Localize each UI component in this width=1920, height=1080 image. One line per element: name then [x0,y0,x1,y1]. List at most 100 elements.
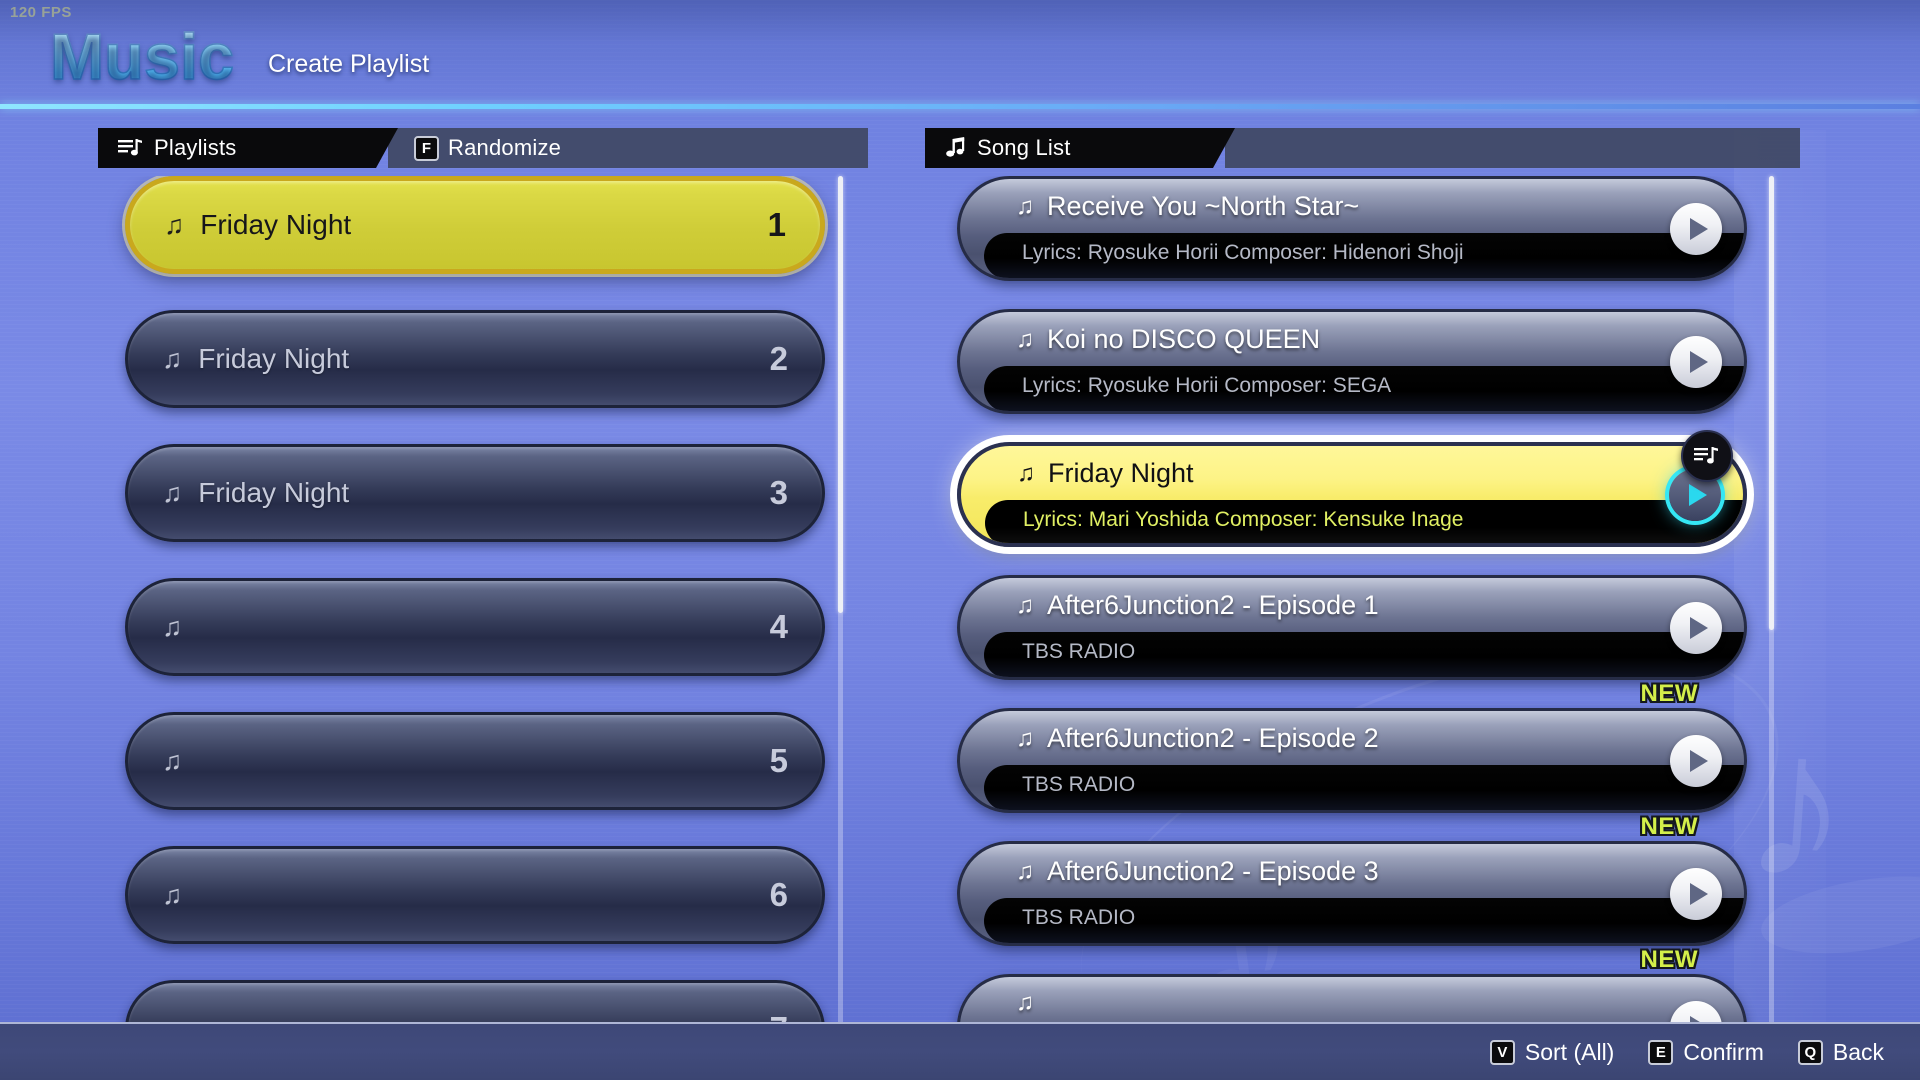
sort-label: Sort (All) [1524,1038,1615,1065]
back-keycap: Q [1797,1039,1823,1065]
song-row[interactable]: NEW ♫ After6Junction2 - Episode 3 TBS RA… [957,813,1747,946]
footer-hint-bar: V Sort (All) E Confirm Q Back [0,1022,1920,1080]
playlist-number: 6 [769,876,788,913]
song-subtitle: Lyrics: Ryosuke Horii Composer: Hidenori… [1022,241,1464,264]
song-title-group: ♫ After6Junction2 - Episode 3 [1016,856,1379,887]
play-icon [1688,483,1707,506]
music-note-icon: ♫ [1017,459,1035,487]
song-title-group: ♫ Koi no DISCO QUEEN [1016,324,1320,355]
music-note-icon: ♫ [1016,989,1034,1016]
playlist-number: 5 [769,742,788,779]
music-note-icon: ♫ [1016,192,1034,220]
music-note-icon [945,137,967,159]
song-title: Friday Night [1048,458,1194,488]
song-list-panel-header: Song List [925,128,1800,168]
playlist-row[interactable]: ♫ 7 [125,980,825,1023]
new-badge: NEW [1640,680,1698,707]
playlist-row[interactable]: ♫ 6 [125,846,825,944]
song-row[interactable]: ♫ Friday Night Lyrics: Mari Yoshida Comp… [957,430,1747,547]
confirm-hint[interactable]: E Confirm [1648,1039,1764,1066]
song-title: After6Junction2 - Episode 3 [1047,856,1379,886]
playlists-panel-header: Playlists F Randomize [98,128,868,168]
play-button[interactable] [1670,734,1722,787]
song-title: Receive You ~North Star~ [1047,191,1360,221]
playlists-scrollbar-thumb[interactable] [838,176,843,613]
confirm-label: Confirm [1683,1038,1764,1065]
new-badge: NEW [1640,813,1698,840]
randomize-button[interactable]: F Randomize [388,128,868,168]
play-button[interactable] [1670,202,1722,255]
music-note-icon: ♫ [1016,857,1034,885]
song-list-scrollbar[interactable] [1769,176,1774,1032]
play-button[interactable] [1670,867,1722,920]
song-title-group: ♫ Friday Night [1017,458,1194,489]
page-subtitle: Create Playlist [268,50,430,78]
music-note-icon: ♫ [162,343,183,374]
playlists-scrollbar[interactable] [838,176,843,1032]
song-subtitle: Lyrics: Mari Yoshida Composer: Kensuke I… [1023,508,1464,531]
song-row[interactable]: ♫ Koi no DISCO QUEEN Lyrics: Ryosuke Hor… [957,309,1747,414]
play-button[interactable] [1670,601,1722,654]
playlist-row[interactable]: ♫ Friday Night 3 [125,444,825,542]
playlists-header-label: Playlists [154,135,237,160]
sort-hint[interactable]: V Sort (All) [1489,1038,1615,1066]
music-note-icon: ♫ [162,611,183,642]
song-subtitle: Lyrics: Ryosuke Horii Composer: SEGA [1022,374,1392,397]
song-subtitle: TBS RADIO [1022,640,1136,663]
song-title-group: ♫ [1016,989,1047,1017]
song-list-scrollbar-thumb[interactable] [1769,176,1774,630]
song-title-group: ♫ Receive You ~North Star~ [1016,191,1359,222]
playlist-row[interactable]: ♫ Friday Night 2 [125,310,825,408]
page-title: Music [49,19,235,94]
song-list-header-label: Song List [977,135,1071,160]
song-row[interactable]: NEW ♫ After6Junction2 - Episode 2 TBS RA… [957,680,1747,813]
playlists-list: ♫ Friday Night 1 ♫ Friday Night 2 ♫ Frid… [98,176,868,1023]
playlist-row[interactable]: ♫ Friday Night 1 [125,176,825,274]
play-icon [1689,217,1708,240]
back-label: Back [1832,1038,1884,1065]
song-list-panel: Song List ♫ Receive You ~North Star~ Lyr… [925,128,1800,1023]
song-title: Koi no DISCO QUEEN [1047,324,1321,354]
music-note-icon: ♫ [162,745,183,776]
play-button[interactable] [1670,335,1722,388]
play-icon [1689,616,1708,639]
playlist-number: 1 [767,206,786,243]
song-row[interactable]: ♫ After6Junction2 - Episode 1 TBS RADIO [957,575,1747,680]
song-title-group: ♫ After6Junction2 - Episode 2 [1016,723,1379,754]
playlist-name: Friday Night [200,209,352,240]
music-note-icon: ♫ [1016,724,1034,752]
playlist-number: 3 [769,474,788,511]
play-icon [1689,350,1708,373]
new-badge: NEW [1640,946,1698,973]
play-icon [1689,749,1708,772]
song-row-inner [960,977,1744,1023]
back-hint[interactable]: Q Back [1797,1038,1884,1066]
playlists-panel: Playlists F Randomize ♫ Friday Night 1 ♫… [98,128,868,1023]
song-row[interactable]: ♫ Receive You ~North Star~ Lyrics: Ryosu… [957,176,1747,281]
music-note-icon: ♫ [164,209,185,240]
confirm-keycap: E [1648,1039,1674,1065]
playlist-number: 2 [769,340,788,377]
song-title: After6Junction2 - Episode 2 [1047,723,1379,753]
playlist-row[interactable]: ♫ 4 [125,578,825,676]
song-list: ♫ Receive You ~North Star~ Lyrics: Ryosu… [925,176,1800,1023]
playlist-row[interactable]: ♫ 5 [125,712,825,810]
music-create-playlist-screen: ♪ ♪ 120 FPS Music Create Playlist Pla [0,0,1920,1080]
song-title: After6Junction2 - Episode 1 [1047,590,1379,620]
song-list-header-left: Song List [925,128,1235,168]
randomize-keycap: F [414,135,439,161]
playlist-name: Friday Night [198,477,350,508]
music-note-icon: ♫ [162,879,183,910]
music-note-icon: ♫ [1016,591,1034,619]
song-title-group: ♫ After6Junction2 - Episode 1 [1016,590,1379,621]
sort-keycap: V [1489,1039,1515,1065]
song-subtitle: TBS RADIO [1022,773,1136,796]
randomize-label: Randomize [448,135,562,160]
playlist-number: 4 [769,608,788,645]
song-subtitle: TBS RADIO [1022,906,1136,929]
music-note-icon: ♫ [1016,325,1034,353]
song-list-header-right [1225,128,1800,168]
playlist-icon [118,138,144,158]
song-row[interactable]: NEW ♫ [957,946,1747,1023]
play-icon [1689,882,1708,905]
